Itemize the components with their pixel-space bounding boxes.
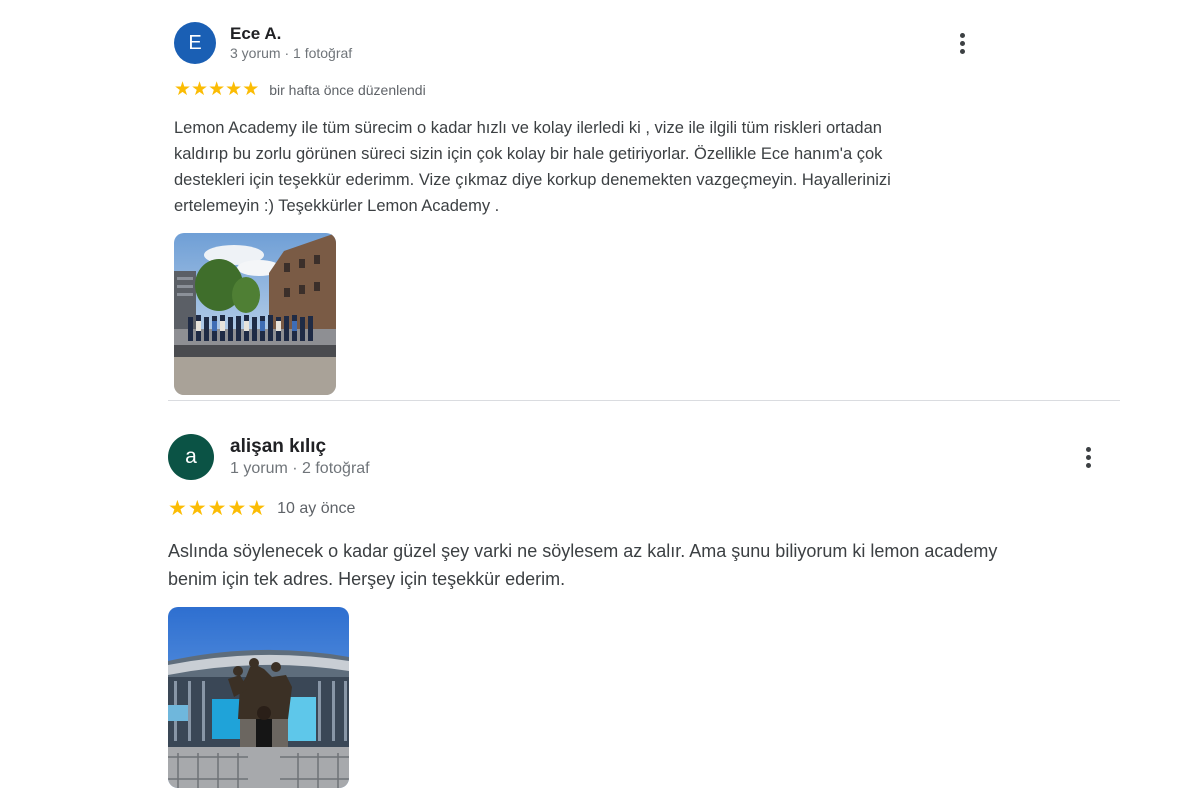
review-header: a alişan kılıç 1 yorum · 2 fotoğraf [168, 434, 1128, 480]
reviewer-meta: 1 yorum · 2 fotoğraf [230, 459, 370, 477]
review-text: Lemon Academy ile tüm sürecim o kadar hı… [174, 119, 891, 215]
review-card: E Ece A. 3 yorum · 1 fotoğraf ★ ★ ★ ★ ★ … [174, 22, 1004, 395]
star-icon: ★ [174, 79, 192, 100]
review-time: 10 ay önce [277, 499, 356, 517]
review-photo[interactable] [174, 233, 336, 395]
review-header: E Ece A. 3 yorum · 1 fotoğraf [174, 22, 1004, 64]
star-rating: ★ ★ ★ ★ ★ [168, 498, 267, 519]
star-icon: ★ [168, 497, 187, 520]
star-rating: ★ ★ ★ ★ ★ [174, 80, 259, 99]
star-icon: ★ [242, 79, 260, 100]
review-divider [168, 400, 1120, 401]
star-icon: ★ [207, 497, 227, 520]
star-icon: ★ [191, 79, 209, 100]
group-photo-image [174, 233, 336, 395]
rating-row: ★ ★ ★ ★ ★ 10 ay önce [168, 498, 1128, 519]
reviewer-meta: 3 yorum · 1 fotoğraf [230, 44, 353, 61]
reviewer-info: alişan kılıç 1 yorum · 2 fotoğraf [230, 436, 370, 479]
review-card: a alişan kılıç 1 yorum · 2 fotoğraf ★ ★ … [168, 434, 1128, 788]
star-icon: ★ [208, 79, 226, 100]
star-icon: ★ [227, 497, 247, 520]
avatar[interactable]: a [168, 434, 214, 480]
review-text: Aslında söylenecek o kadar güzel şey var… [168, 541, 998, 589]
more-vert-icon [1085, 446, 1091, 468]
star-icon: ★ [187, 497, 207, 520]
star-icon: ★ [247, 497, 267, 520]
reviewer-name[interactable]: Ece A. [230, 24, 352, 44]
reviewer-name[interactable]: alişan kılıç [230, 436, 370, 458]
more-vert-icon [959, 32, 965, 54]
reviewer-info: Ece A. 3 yorum · 1 fotoğraf [230, 24, 352, 63]
stadium-photo-image [168, 607, 349, 788]
more-options-button[interactable] [1076, 442, 1100, 472]
review-photo[interactable] [168, 607, 349, 788]
review-time: bir hafta önce düzenlendi [269, 81, 426, 98]
avatar[interactable]: E [174, 22, 216, 64]
star-icon: ★ [225, 79, 243, 100]
more-options-button[interactable] [950, 28, 974, 58]
rating-row: ★ ★ ★ ★ ★ bir hafta önce düzenlendi [174, 80, 1004, 99]
